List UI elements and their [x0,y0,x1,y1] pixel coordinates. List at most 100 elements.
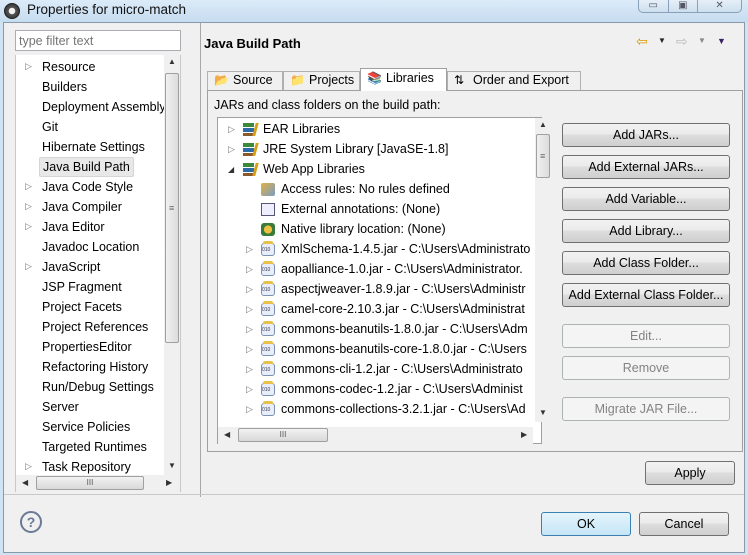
back-history-dropdown-icon[interactable]: ▼ [658,36,666,45]
add-library-button[interactable]: Add Library... [562,219,730,243]
sidebar-item-label: Builders [42,80,88,94]
sidebar-item-label: Java Editor [42,220,105,234]
tree-vertical-scrollbar[interactable]: ▲ ▼ [535,118,551,422]
jar-icon [261,261,275,276]
migrate-jar-file-button[interactable]: Migrate JAR File... [562,397,730,421]
collapse-arrow-icon[interactable]: ◢ [228,160,234,179]
add-variable-button[interactable]: Add Variable... [562,187,730,211]
filter-input[interactable] [15,30,181,51]
sidebar-item-label: Java Build Path [39,157,134,177]
library-icon [243,143,254,156]
expand-arrow-icon[interactable]: ▷ [25,257,32,275]
expand-arrow-icon[interactable]: ▷ [246,340,253,359]
libraries-tab-panel: JARs and class folders on the build path… [207,90,743,452]
expand-arrow-icon[interactable]: ▷ [25,217,32,235]
scroll-right-icon[interactable]: ▶ [166,478,172,487]
tree-item-label: Access rules: No rules defined [281,182,450,196]
jar-entry[interactable]: ▷ XmlSchema-1.4.5.jar - C:\Users\Administ… [218,240,538,260]
scroll-up-icon[interactable]: ▲ [539,120,547,129]
jar-entry[interactable]: ▷ commons-beanutils-core-1.8.0.jar - C:\U… [218,340,538,360]
add-jars-button[interactable]: Add JARs... [562,123,730,147]
remove-button[interactable]: Remove [562,356,730,380]
tree-item-label: commons-beanutils-1.8.0.jar - C:\Users\A… [281,322,528,336]
expand-arrow-icon[interactable]: ▷ [25,457,32,475]
expand-arrow-icon[interactable]: ▷ [246,380,253,399]
build-path-caption: JARs and class folders on the build path… [214,98,441,112]
tree-item[interactable]: Access rules: No rules defined [218,180,538,200]
tree-item[interactable]: Native library location: (None) [218,220,538,240]
sidebar-scroll-thumb[interactable] [165,73,179,343]
tab-label: Projects [309,73,355,87]
tab-projects[interactable]: 📁 Projects [283,71,360,91]
jar-entry[interactable]: ▷ commons-beanutils-1.8.0.jar - C:\Users\… [218,320,538,340]
jar-entry[interactable]: ▷ commons-codec-1.2.jar - C:\Users\Admini… [218,380,538,400]
tree-item-label: XmlSchema-1.4.5.jar - C:\Users\Administr… [281,242,531,256]
tab-source[interactable]: 📂 Source [207,71,283,91]
add-external-class-folder-button[interactable]: Add External Class Folder... [562,283,730,307]
expand-arrow-icon[interactable]: ▷ [25,57,32,75]
scroll-left-icon[interactable]: ◀ [224,430,230,439]
sidebar-item-label: JavaScript [42,260,101,274]
jar-icon [261,301,275,316]
scroll-down-icon[interactable]: ▼ [539,408,547,417]
tree-item-label: aspectjweaver-1.8.9.jar - C:\Users\Admin… [281,282,526,296]
tree-horizontal-scrollbar[interactable]: ◀ III ▶ [218,427,533,444]
expand-arrow-icon[interactable]: ▷ [246,240,253,259]
sidebar-hscroll-thumb[interactable]: III [36,476,144,490]
expand-arrow-icon[interactable]: ▷ [25,177,32,195]
expand-arrow-icon[interactable]: ▷ [246,260,253,279]
expand-arrow-icon[interactable]: ▷ [228,120,235,139]
jar-entry[interactable]: ▷ commons-collections-3.2.1.jar - C:\User… [218,400,538,420]
tab-libraries[interactable]: 📚 Libraries [360,68,447,91]
sidebar-item-label: Project Facets [42,300,122,314]
expand-arrow-icon[interactable]: ▷ [25,197,32,215]
maximize-button[interactable]: ▣ [669,0,699,12]
help-icon[interactable]: ? [20,511,42,533]
expand-arrow-icon[interactable]: ▷ [246,400,253,419]
jar-icon [261,381,275,396]
expand-arrow-icon[interactable]: ▷ [246,360,253,379]
expand-arrow-icon[interactable]: ▷ [246,280,253,299]
expand-arrow-icon[interactable]: ▷ [246,300,253,319]
scroll-left-icon[interactable]: ◀ [22,478,28,487]
jar-entry[interactable]: ▷ camel-core-2.10.3.jar - C:\Users\Admini… [218,300,538,320]
tree-item[interactable]: ▷ JRE System Library [JavaSE-1.8] [218,140,538,160]
cancel-button[interactable]: Cancel [639,512,729,536]
minimize-button[interactable]: ▭ [639,0,669,12]
ok-button[interactable]: OK [541,512,631,536]
tree-scroll-thumb[interactable] [536,134,550,178]
sidebar-item-label: Server [42,400,79,414]
jar-entry[interactable]: ▷ commons-cli-1.2.jar - C:\Users\Administ… [218,360,538,380]
forward-history-dropdown-icon[interactable]: ▼ [698,36,706,45]
scroll-right-icon[interactable]: ▶ [521,430,527,439]
tab-label: Source [233,73,273,87]
jar-entry[interactable]: ▷ aspectjweaver-1.8.9.jar - C:\Users\Admi… [218,280,538,300]
expand-arrow-icon[interactable]: ▷ [246,320,253,339]
forward-arrow-icon[interactable]: ⇨ [676,33,688,50]
tab-label: Order and Export [473,73,569,87]
jar-entry[interactable]: ▷ aopalliance-1.0.jar - C:\Users\Administ… [218,260,538,280]
scroll-down-icon[interactable]: ▼ [168,461,176,470]
tree-item-label: camel-core-2.10.3.jar - C:\Users\Adminis… [281,302,525,316]
close-button[interactable]: ✕ [698,0,741,12]
tree-item[interactable]: ◢ Web App Libraries [218,160,538,180]
back-arrow-icon[interactable]: ⇦ [636,33,648,50]
expand-arrow-icon[interactable]: ▷ [228,140,235,159]
sash-divider[interactable] [200,23,201,497]
close-icon: ✕ [715,0,724,11]
add-class-folder-button[interactable]: Add Class Folder... [562,251,730,275]
tree-hscroll-thumb[interactable]: III [238,428,328,442]
tab-order-and-export[interactable]: ⇅ Order and Export [447,71,581,91]
tree-item[interactable]: ▷ EAR Libraries [218,120,538,140]
edit-button[interactable]: Edit... [562,324,730,348]
sidebar-horizontal-scrollbar[interactable]: ◀ III ▶ [16,475,180,492]
tree-item[interactable]: External annotations: (None) [218,200,538,220]
sidebar-item-label: Deployment Assembly [42,100,166,114]
sidebar-vertical-scrollbar[interactable]: ▲ ▼ [164,55,180,475]
apply-button[interactable]: Apply [645,461,735,485]
scroll-up-icon[interactable]: ▲ [168,57,176,66]
add-external-jars-button[interactable]: Add External JARs... [562,155,730,179]
view-menu-icon[interactable]: ▼ [717,36,726,46]
page-title: Java Build Path [204,36,301,51]
jar-icon [261,341,275,356]
